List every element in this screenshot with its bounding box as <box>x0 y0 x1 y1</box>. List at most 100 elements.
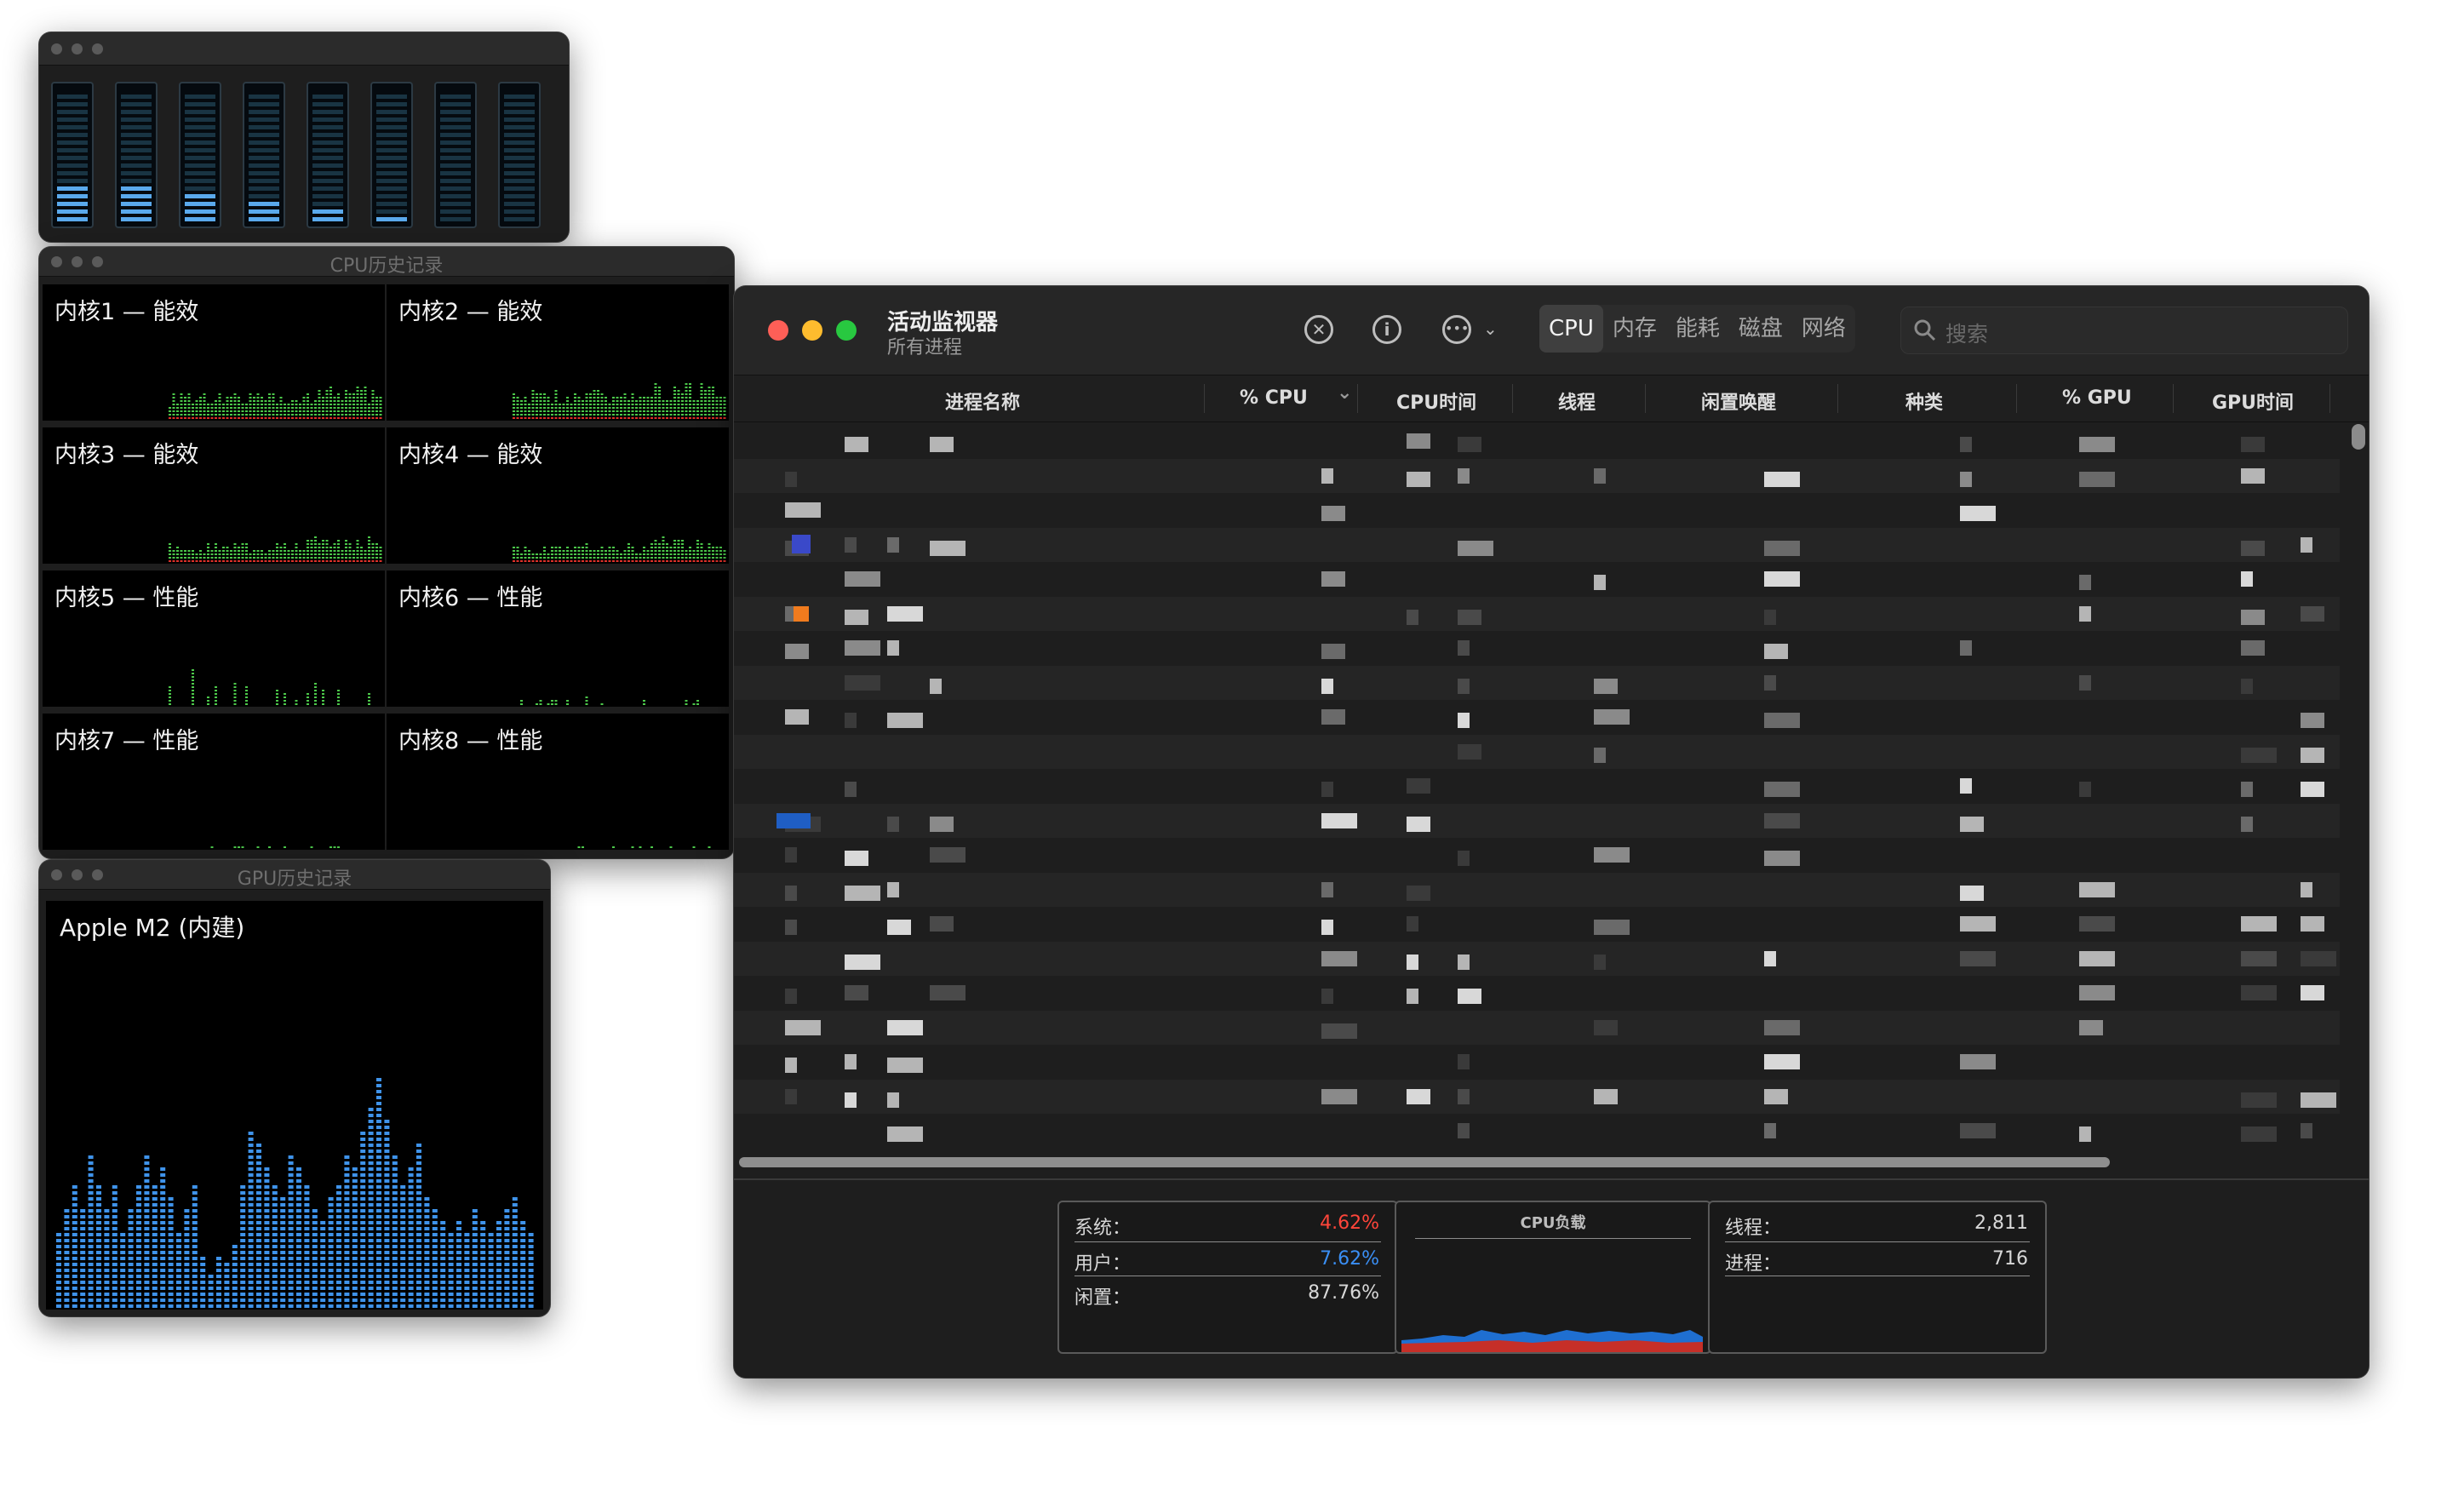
column-cpu-time[interactable]: CPU时间 <box>1396 387 1476 415</box>
history-bar-segment <box>245 703 248 705</box>
table-row[interactable] <box>734 941 2340 976</box>
history-bar-segment <box>536 407 538 409</box>
history-bar-segment <box>291 400 294 402</box>
history-bar-segment <box>218 393 221 395</box>
column-process-name[interactable]: 进程名称 <box>945 387 1020 415</box>
tab-cpu[interactable]: CPU <box>1539 305 1603 353</box>
gpu-bar-segment <box>256 1269 261 1272</box>
history-bar-segment <box>203 393 206 395</box>
history-bar-segment <box>516 560 519 562</box>
tab-memory[interactable]: 内存 <box>1603 305 1666 353</box>
search-field[interactable]: 搜索 <box>1900 307 2348 354</box>
column-idle-wakeups[interactable]: 闲置唤醒 <box>1701 387 1776 415</box>
history-bar-segment <box>531 414 535 416</box>
gpu-bar-segment <box>352 1293 358 1296</box>
history-bar-segment <box>238 417 240 419</box>
minimize-button[interactable] <box>802 320 822 341</box>
chevron-down-icon[interactable]: ⌄ <box>1483 318 1498 339</box>
gpu-bar-segment <box>96 1233 101 1236</box>
chevron-down-icon[interactable]: ⌄ <box>1337 382 1352 404</box>
gpu-bar-segment <box>400 1275 406 1278</box>
table-row[interactable] <box>734 907 2340 941</box>
gpu-bar-segment <box>104 1298 110 1302</box>
history-bar-segment <box>616 560 619 562</box>
gpu-bar-segment <box>416 1275 421 1278</box>
gpu-bar-segment <box>144 1245 150 1248</box>
gpu-bar-segment <box>176 1304 181 1308</box>
table-row[interactable] <box>734 458 2340 493</box>
table-row[interactable] <box>734 631 2340 665</box>
meter-segment <box>57 118 88 122</box>
stop-process-icon[interactable]: ✕ <box>1304 315 1333 344</box>
gpu-bar-segment <box>232 1275 238 1278</box>
gpu-bar-segment <box>128 1209 134 1212</box>
redacted-cell <box>1407 816 1430 832</box>
gpu-bar-segment <box>168 1298 174 1302</box>
meter-segment <box>57 95 88 99</box>
history-bar-segment <box>210 417 214 419</box>
history-bar-segment <box>528 557 530 559</box>
table-row[interactable] <box>734 665 2340 700</box>
column-gpu-percent[interactable]: % GPU <box>2062 387 2132 409</box>
close-button[interactable] <box>768 320 788 341</box>
column-cpu-percent[interactable]: % CPU <box>1240 387 1308 409</box>
gpu-bar-segment <box>120 1251 126 1254</box>
history-bar-segment <box>215 686 217 688</box>
gpu-bar-segment <box>352 1191 358 1195</box>
history-bar-segment <box>325 540 329 542</box>
table-row[interactable] <box>734 872 2340 907</box>
tab-energy[interactable]: 能耗 <box>1666 305 1729 353</box>
column-kind[interactable]: 种类 <box>1905 387 1943 415</box>
column-threads[interactable]: 线程 <box>1558 387 1596 415</box>
close-button[interactable] <box>51 43 62 54</box>
column-gpu-time[interactable]: GPU时间 <box>2212 387 2294 415</box>
history-bar-segment <box>566 417 569 419</box>
table-row[interactable] <box>734 1079 2340 1114</box>
table-row[interactable] <box>734 838 2340 872</box>
history-bar-segment <box>696 547 699 548</box>
tab-disk[interactable]: 磁盘 <box>1729 305 1792 353</box>
gpu-bar-segment <box>128 1227 134 1230</box>
table-row[interactable] <box>734 976 2340 1010</box>
history-bar-segment <box>662 417 665 419</box>
gpu-bar-segment <box>264 1227 270 1230</box>
history-bar-segment <box>559 547 561 548</box>
vertical-scrollbar[interactable] <box>2352 424 2365 450</box>
history-bar-segment <box>513 400 515 402</box>
minimize-button[interactable] <box>72 43 83 54</box>
table-row[interactable] <box>734 734 2340 769</box>
table-row[interactable] <box>734 493 2340 527</box>
gpu-bar-segment <box>344 1155 350 1159</box>
meter-segment <box>57 163 88 168</box>
zoom-button[interactable] <box>92 43 103 54</box>
history-bar-segment <box>593 397 596 398</box>
table-row[interactable] <box>734 424 2340 458</box>
core-label: 内核5 — 性能 <box>54 585 199 611</box>
gpu-bar-segment <box>64 1304 70 1308</box>
table-row[interactable] <box>734 769 2340 803</box>
table-row[interactable] <box>734 596 2340 631</box>
history-bar-segment <box>593 414 596 416</box>
table-row[interactable] <box>734 803 2340 838</box>
history-bar-segment <box>715 410 719 412</box>
history-bar-segment <box>689 393 691 395</box>
table-row[interactable] <box>734 700 2340 734</box>
table-row[interactable] <box>734 1045 2340 1079</box>
horizontal-scrollbar[interactable] <box>739 1157 2110 1167</box>
table-row[interactable] <box>734 1114 2340 1148</box>
info-icon[interactable]: i <box>1372 315 1401 344</box>
table-row[interactable] <box>734 1010 2340 1045</box>
gpu-bar-segment <box>384 1227 390 1230</box>
more-actions-icon[interactable]: ••• <box>1442 315 1471 344</box>
meter-segment <box>312 110 343 114</box>
gpu-bar-segment <box>392 1281 398 1284</box>
history-bar-segment <box>345 540 347 542</box>
history-bar-segment <box>673 543 676 545</box>
gpu-bar-segment <box>128 1251 134 1254</box>
table-row[interactable] <box>734 562 2340 596</box>
zoom-button[interactable] <box>836 320 857 341</box>
table-row[interactable] <box>734 527 2340 562</box>
meter-segment <box>440 171 471 175</box>
tab-network[interactable]: 网络 <box>1792 305 1855 353</box>
history-bar-segment <box>287 560 290 562</box>
